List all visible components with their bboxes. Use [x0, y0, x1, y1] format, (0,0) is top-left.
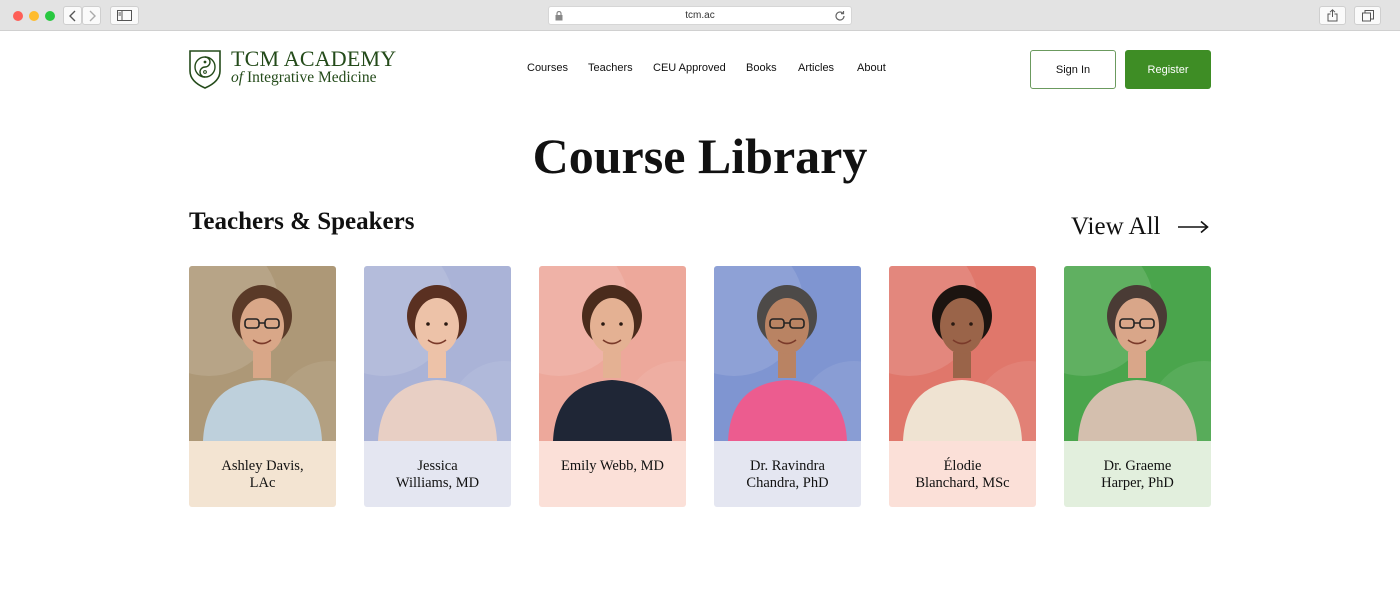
teacher-card[interactable]: Ashley Davis, LAc	[189, 266, 336, 507]
teacher-photo	[889, 266, 1036, 441]
portrait-face	[415, 298, 459, 354]
teacher-card[interactable]: Jessica Williams, MD	[364, 266, 511, 507]
teacher-name-line2: Williams, MD	[395, 475, 480, 491]
share-button[interactable]	[1319, 6, 1346, 25]
teacher-name-line1: Ashley Davis,	[221, 458, 304, 474]
nav-about[interactable]: About	[857, 62, 886, 74]
nav-articles[interactable]: Articles	[798, 62, 834, 74]
portrait-face	[240, 298, 284, 354]
nav-courses[interactable]: Courses	[527, 62, 568, 74]
register-button[interactable]: Register	[1125, 50, 1211, 89]
nav-teachers[interactable]: Teachers	[588, 62, 633, 74]
teacher-name: Élodie Blanchard, MSc	[889, 441, 1036, 507]
portrait-face	[590, 298, 634, 354]
portrait-illustration	[189, 266, 336, 441]
view-all-link[interactable]: View All	[1071, 213, 1210, 241]
teacher-photo	[1064, 266, 1211, 441]
lock-icon	[555, 11, 563, 21]
portrait-eye	[601, 322, 605, 326]
zoom-window-button[interactable]	[45, 11, 55, 21]
minimize-window-button[interactable]	[29, 11, 39, 21]
teacher-card[interactable]: Élodie Blanchard, MSc	[889, 266, 1036, 507]
teacher-name: Dr. Graeme Harper, PhD	[1064, 441, 1211, 507]
browser-toolbar: tcm.ac	[0, 0, 1400, 31]
teacher-name: Jessica Williams, MD	[364, 441, 511, 507]
page-title: Course Library	[532, 128, 868, 184]
portrait-eye	[969, 322, 973, 326]
teacher-name: Ashley Davis, LAc	[189, 441, 336, 507]
teacher-name-line1: Dr. Graeme	[1103, 458, 1172, 474]
portrait-eye	[444, 322, 448, 326]
teacher-photo	[714, 266, 861, 441]
chevron-right-icon	[89, 10, 96, 21]
sign-in-button[interactable]: Sign In	[1030, 50, 1116, 89]
portrait-neck	[253, 352, 271, 378]
portrait-eye	[951, 322, 955, 326]
teacher-photo	[364, 266, 511, 441]
share-icon	[1327, 9, 1338, 22]
portrait-illustration	[714, 266, 861, 441]
forward-button[interactable]	[82, 6, 101, 25]
portrait-neck	[778, 352, 796, 378]
teacher-name: Emily Webb, MD	[539, 441, 686, 507]
portrait-eye	[619, 322, 623, 326]
back-button[interactable]	[63, 6, 82, 25]
portrait-face	[765, 298, 809, 354]
teacher-photo	[539, 266, 686, 441]
reload-icon[interactable]	[834, 10, 846, 22]
portrait-illustration	[889, 266, 1036, 441]
view-all-label: View All	[1071, 213, 1161, 240]
teacher-name-line2: Chandra, PhD	[746, 475, 829, 491]
teacher-name-line1: Dr. Ravindra	[750, 458, 825, 474]
tabs-icon	[1361, 9, 1374, 21]
sidebar-toggle-button[interactable]	[110, 6, 139, 25]
close-window-button[interactable]	[13, 11, 23, 21]
section-title: Teachers & Speakers	[189, 208, 415, 235]
chevron-left-icon	[68, 10, 75, 21]
portrait-neck	[1128, 352, 1146, 378]
portrait-neck	[603, 352, 621, 378]
sidebar-icon	[117, 10, 132, 21]
tabs-button[interactable]	[1354, 6, 1381, 25]
portrait-face	[1115, 298, 1159, 354]
teacher-photo	[189, 266, 336, 441]
portrait-illustration	[1064, 266, 1211, 441]
nav-books[interactable]: Books	[746, 62, 777, 74]
teacher-name-line1: Élodie	[943, 458, 982, 474]
url-text: tcm.ac	[685, 10, 715, 21]
teacher-name-line1: Jessica	[417, 458, 458, 474]
portrait-neck	[428, 352, 446, 378]
teacher-card[interactable]: Dr. Ravindra Chandra, PhD	[714, 266, 861, 507]
portrait-eye	[426, 322, 430, 326]
teacher-name-line2: Blanchard, MSc	[915, 475, 1010, 491]
teacher-name-line2: Harper, PhD	[1101, 475, 1174, 491]
teacher-name: Dr. Ravindra Chandra, PhD	[714, 441, 861, 507]
portrait-neck	[953, 352, 971, 378]
portrait-illustration	[539, 266, 686, 441]
portrait-illustration	[364, 266, 511, 441]
address-bar[interactable]: tcm.ac	[548, 6, 852, 25]
teacher-card[interactable]: Dr. Graeme Harper, PhD	[1064, 266, 1211, 507]
teacher-name-line2: LAc	[249, 475, 276, 491]
teacher-card[interactable]: Emily Webb, MD	[539, 266, 686, 507]
arrow-right-icon	[1178, 220, 1210, 234]
nav-ceu-approved[interactable]: CEU Approved	[653, 62, 726, 74]
portrait-face	[940, 298, 984, 354]
teacher-name-line1: Emily Webb, MD	[561, 458, 664, 474]
